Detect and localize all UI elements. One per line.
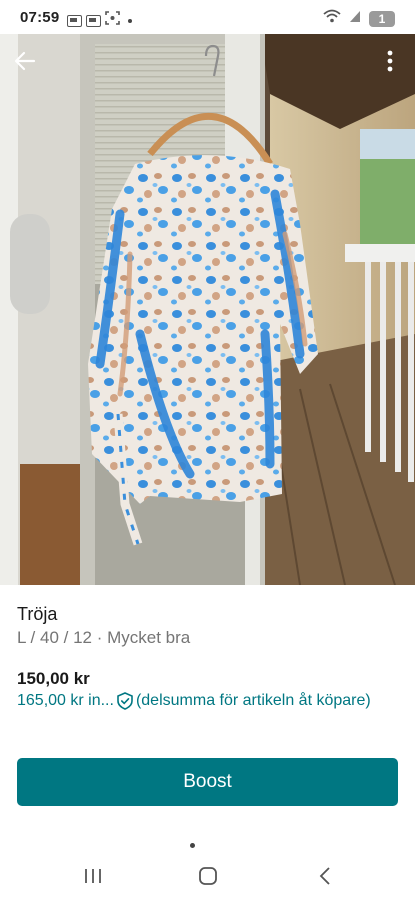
battery-indicator: 1 <box>369 10 395 27</box>
item-title: Tröja <box>17 604 58 624</box>
status-right: 1 <box>323 9 395 28</box>
price-incl-value: 165,00 kr in... <box>17 692 114 709</box>
recent-apps-icon <box>85 869 101 883</box>
arrow-left-icon <box>14 51 36 71</box>
system-nav-bar <box>0 850 415 900</box>
item-price: 150,00 kr <box>17 669 90 688</box>
wifi-icon <box>323 9 341 28</box>
price-with-protection[interactable]: 165,00 kr in... (delsumma för artikeln å… <box>17 692 371 710</box>
nav-handle <box>190 843 195 848</box>
item-details: L / 40 / 12 · Mycket bra <box>17 628 191 647</box>
more-vertical-icon <box>387 50 393 72</box>
shield-check-icon <box>117 692 133 710</box>
signal-icon <box>349 9 361 28</box>
recent-apps-button[interactable] <box>73 864 113 888</box>
chevron-left-icon <box>319 867 330 885</box>
notification-icons <box>67 11 132 30</box>
item-photo[interactable] <box>0 34 415 585</box>
more-notifications-dot <box>128 18 132 23</box>
status-bar: 07:59 1 <box>0 0 415 34</box>
protection-note: (delsumma för artikeln åt köpare) <box>135 692 371 709</box>
status-time: 07:59 <box>20 9 60 26</box>
screenshot-icon <box>105 11 120 30</box>
notification-box-icon <box>67 14 82 27</box>
home-button[interactable] <box>188 864 228 888</box>
more-options-button[interactable] <box>375 46 405 76</box>
item-photo-image <box>0 34 415 585</box>
home-icon <box>199 867 217 885</box>
boost-button[interactable]: Boost <box>17 758 398 806</box>
back-button[interactable] <box>10 46 40 76</box>
back-nav-button[interactable] <box>305 864 345 888</box>
notification-box-icon <box>86 14 101 27</box>
